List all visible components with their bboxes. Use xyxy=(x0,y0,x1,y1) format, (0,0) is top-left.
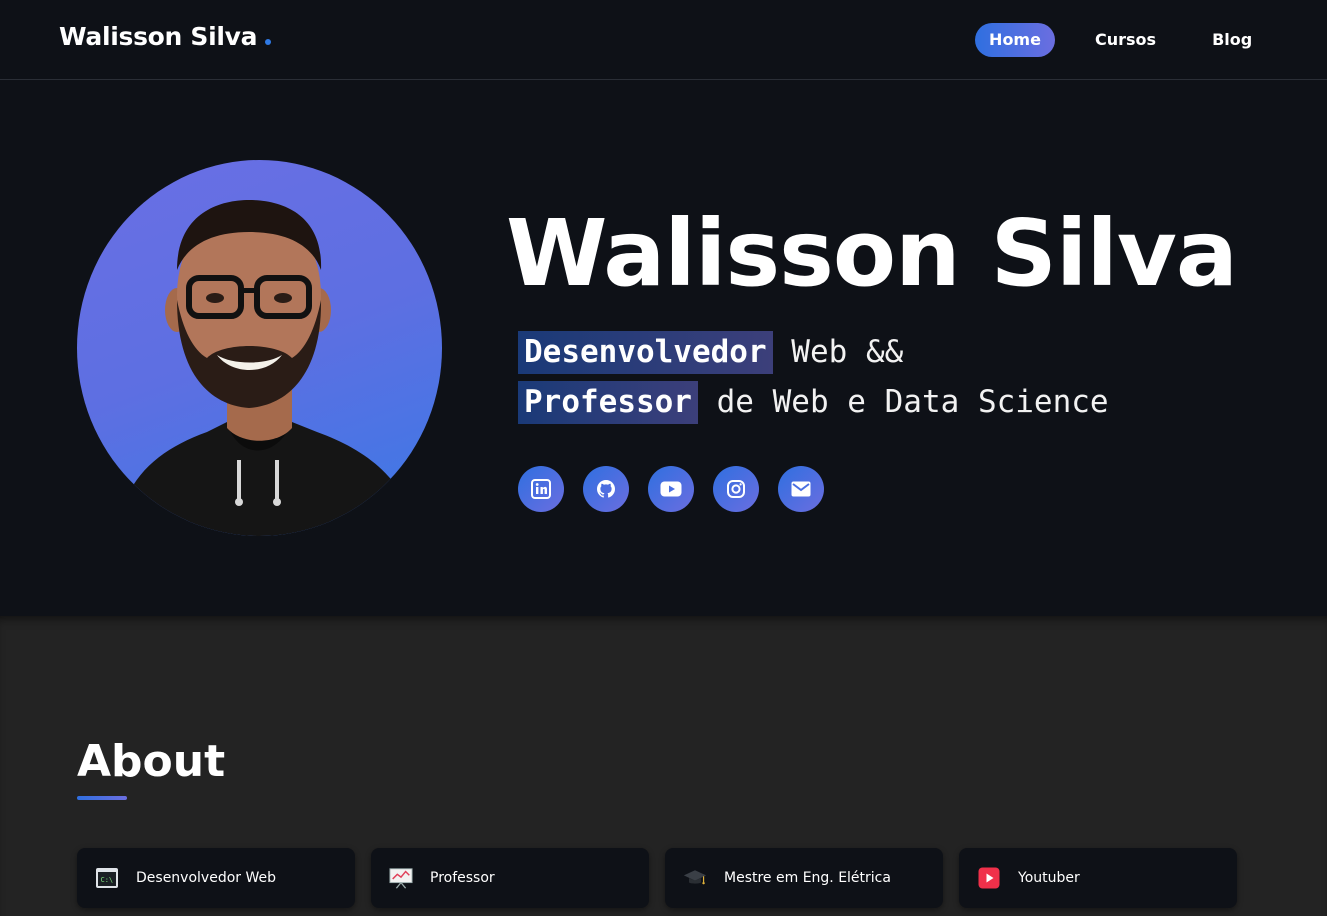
profile-photo xyxy=(77,160,442,536)
tagline-highlight-1: Desenvolvedor xyxy=(518,331,773,374)
person-portrait-icon xyxy=(117,200,417,536)
terminal-icon: C:\ xyxy=(95,866,119,890)
svg-text:C:\: C:\ xyxy=(101,876,114,884)
presentation-chart-icon xyxy=(389,866,413,890)
hero-name: Walisson Silva xyxy=(506,200,1238,307)
card-label: Desenvolvedor Web xyxy=(136,870,276,886)
nav-home[interactable]: Home xyxy=(975,23,1055,57)
card-professor: Professor xyxy=(371,848,649,908)
about-section: About C:\ Desenvolvedor Web Professor Me… xyxy=(0,616,1327,916)
card-label: Mestre em Eng. Elétrica xyxy=(724,870,891,886)
main-nav: Home Cursos Blog xyxy=(975,23,1268,57)
graduation-cap-icon xyxy=(683,866,707,890)
card-mestre: Mestre em Eng. Elétrica xyxy=(665,848,943,908)
title-underline xyxy=(77,796,127,800)
card-label: Youtuber xyxy=(1018,870,1080,886)
nav-blog[interactable]: Blog xyxy=(1196,23,1268,57)
tagline-rest-2: de Web e Data Science xyxy=(697,384,1109,420)
youtube-link[interactable] xyxy=(648,466,694,512)
github-icon xyxy=(597,480,615,498)
youtube-play-icon xyxy=(977,866,1001,890)
email-link[interactable] xyxy=(778,466,824,512)
tagline-highlight-2: Professor xyxy=(518,381,698,424)
hero-section: Walisson Silva Desenvolvedor Web && Prof… xyxy=(0,80,1327,616)
about-cards: C:\ Desenvolvedor Web Professor Mestre e… xyxy=(77,848,1253,908)
card-desenvolvedor-web: C:\ Desenvolvedor Web xyxy=(77,848,355,908)
social-links xyxy=(518,466,843,512)
about-title: About xyxy=(77,736,226,787)
github-link[interactable] xyxy=(583,466,629,512)
card-label: Professor xyxy=(430,870,495,886)
tagline-line-1: Desenvolvedor Web && xyxy=(518,331,903,374)
mail-icon xyxy=(791,481,811,497)
brand-name: Walisson Silva xyxy=(59,22,258,51)
nav-cursos[interactable]: Cursos xyxy=(1079,23,1172,57)
instagram-icon xyxy=(727,480,745,498)
tagline-rest-1: Web && xyxy=(772,334,904,370)
brand-dot-icon xyxy=(265,39,272,45)
linkedin-icon xyxy=(531,479,551,499)
instagram-link[interactable] xyxy=(713,466,759,512)
top-navbar: Walisson Silva Home Cursos Blog xyxy=(0,0,1327,80)
brand-logo[interactable]: Walisson Silva xyxy=(59,22,272,51)
youtube-icon xyxy=(660,481,682,497)
tagline-line-2: Professor de Web e Data Science xyxy=(518,381,1109,424)
linkedin-link[interactable] xyxy=(518,466,564,512)
card-youtuber: Youtuber xyxy=(959,848,1237,908)
